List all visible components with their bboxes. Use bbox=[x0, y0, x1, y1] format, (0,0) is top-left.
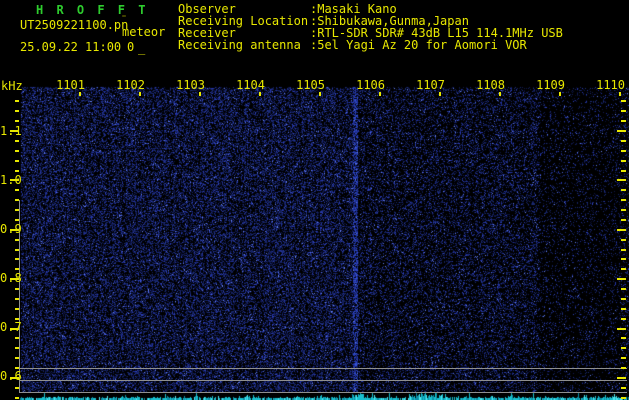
axis-tick bbox=[621, 288, 626, 290]
axis-tick bbox=[559, 92, 561, 96]
axis-tick bbox=[15, 347, 19, 349]
axis-tick bbox=[617, 278, 626, 280]
datetime-label: 25.09.22 11:00 bbox=[20, 40, 122, 54]
y-axis-unit-label: kHz bbox=[1, 79, 23, 93]
x-tick-label: 1108 bbox=[476, 78, 505, 92]
x-tick-label: 1106 bbox=[356, 78, 385, 92]
axis-tick bbox=[619, 92, 621, 96]
axis-tick bbox=[621, 160, 626, 162]
axis-tick bbox=[15, 288, 19, 290]
echo-count: 0 bbox=[127, 40, 135, 54]
axis-tick bbox=[15, 357, 19, 359]
axis-tick bbox=[15, 387, 19, 389]
cursor-mark: _ bbox=[138, 41, 146, 55]
axis-tick bbox=[15, 258, 19, 260]
axis-tick bbox=[617, 130, 626, 132]
axis-tick bbox=[15, 219, 19, 221]
axis-tick bbox=[621, 268, 626, 270]
axis-tick bbox=[617, 328, 626, 330]
axis-tick bbox=[621, 100, 626, 102]
info-value-antenna: :5el Yagi Az 20 for Aomori VOR bbox=[310, 38, 527, 52]
axis-tick bbox=[15, 308, 19, 310]
axis-tick bbox=[439, 92, 441, 96]
axis-tick bbox=[621, 199, 626, 201]
axis-tick bbox=[621, 239, 626, 241]
axis-tick bbox=[621, 249, 626, 251]
axis-tick bbox=[15, 298, 19, 300]
axis-tick bbox=[15, 160, 19, 162]
axis-tick bbox=[621, 308, 626, 310]
axis-tick bbox=[621, 347, 626, 349]
axis-tick bbox=[621, 140, 626, 142]
output-filename: UT2509221100.pn bbox=[20, 18, 129, 32]
axis-tick bbox=[15, 120, 19, 122]
axis-tick bbox=[15, 170, 19, 172]
axis-tick bbox=[621, 189, 626, 191]
axis-tick bbox=[621, 150, 626, 152]
y-tick-label: 0.6 bbox=[0, 369, 22, 383]
axis-tick bbox=[379, 92, 381, 96]
x-tick-label: 1104 bbox=[236, 78, 265, 92]
axis-tick bbox=[617, 229, 626, 231]
axis-tick bbox=[617, 377, 626, 379]
axis-tick bbox=[139, 92, 141, 96]
app-title: H R O F F T bbox=[36, 3, 149, 17]
y-tick-label: 0.8 bbox=[0, 271, 22, 285]
axis-tick bbox=[15, 268, 19, 270]
mode-label: meteor bbox=[122, 25, 166, 39]
axis-tick bbox=[15, 189, 19, 191]
axis-tick bbox=[15, 150, 19, 152]
x-tick-label: 1102 bbox=[116, 78, 145, 92]
axis-tick bbox=[621, 170, 626, 172]
axis-tick bbox=[15, 100, 19, 102]
y-tick-label: 1.0 bbox=[0, 173, 22, 187]
axis-tick bbox=[621, 110, 626, 112]
axis-tick bbox=[499, 92, 501, 96]
axis-tick bbox=[15, 110, 19, 112]
x-tick-label: 1105 bbox=[296, 78, 325, 92]
axis-tick bbox=[621, 219, 626, 221]
axis-tick bbox=[621, 397, 626, 399]
x-tick-label: 1110 bbox=[596, 78, 625, 92]
axis-tick bbox=[15, 199, 19, 201]
axis-tick bbox=[621, 357, 626, 359]
x-tick-label: 1103 bbox=[176, 78, 205, 92]
axis-tick bbox=[621, 209, 626, 211]
axis-tick bbox=[621, 298, 626, 300]
axis-tick bbox=[15, 337, 19, 339]
level-gridline-upper bbox=[20, 368, 627, 369]
y-tick-label: 0.7 bbox=[0, 320, 22, 334]
axis-tick bbox=[621, 120, 626, 122]
axis-tick bbox=[259, 92, 261, 96]
axis-tick bbox=[617, 179, 626, 181]
axis-tick bbox=[621, 318, 626, 320]
axis-tick bbox=[15, 397, 19, 399]
x-tick-label: 1101 bbox=[56, 78, 85, 92]
level-gridline-mid bbox=[20, 380, 627, 381]
hrofft-screen: H R O F F T UT2509221100.pn ¨ meteor 25.… bbox=[0, 0, 629, 400]
spectrogram-noise-canvas bbox=[0, 0, 629, 400]
y-tick-label: 0.9 bbox=[0, 222, 22, 236]
axis-tick bbox=[319, 92, 321, 96]
axis-tick bbox=[15, 209, 19, 211]
axis-tick bbox=[621, 387, 626, 389]
axis-tick bbox=[621, 367, 626, 369]
axis-tick bbox=[15, 249, 19, 251]
axis-tick bbox=[79, 92, 81, 96]
y-tick-label: 1.1 bbox=[0, 124, 22, 138]
axis-tick bbox=[15, 140, 19, 142]
x-tick-label: 1107 bbox=[416, 78, 445, 92]
axis-tick bbox=[199, 92, 201, 96]
axis-tick bbox=[621, 258, 626, 260]
x-tick-label: 1109 bbox=[536, 78, 565, 92]
axis-tick bbox=[621, 337, 626, 339]
axis-tick bbox=[15, 239, 19, 241]
info-label-antenna: Receiving antenna bbox=[178, 38, 301, 52]
level-gridline-lower bbox=[20, 392, 627, 393]
